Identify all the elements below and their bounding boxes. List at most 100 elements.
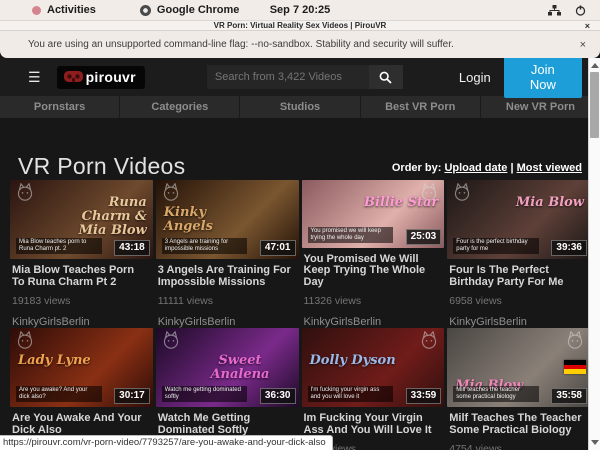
nav-item-new-vr-porn[interactable]: New VR Porn [481, 96, 600, 118]
power-icon[interactable] [575, 5, 586, 16]
thumbnail-caption: I'm fucking your virgin ass and you will… [308, 386, 394, 402]
video-card[interactable]: Mia Blow Four is the perfect birthday pa… [447, 180, 590, 328]
thumbnail-caption: Watch me getting dominated softly [162, 386, 248, 402]
video-info: Four Is The Perfect Birthday Party For M… [447, 259, 590, 328]
video-thumbnail[interactable]: Billie Star You promised we will keep tr… [302, 180, 445, 248]
scrollbar-thumb[interactable] [590, 72, 599, 138]
thumbnail-overlay-name: Lady Lyne [18, 354, 91, 368]
login-link[interactable]: Login [459, 70, 491, 85]
vr-headset-icon [64, 71, 83, 82]
studio-cat-watermark-icon [15, 183, 35, 201]
video-card[interactable]: Sweet Analena Watch me getting dominated… [156, 328, 299, 450]
video-thumbnail[interactable]: Dolly Dyson I'm fucking your virgin ass … [302, 328, 445, 407]
german-flag-icon [564, 360, 586, 374]
thumbnail-caption: Mia Blow teaches porn to Runa Charm pt. … [16, 238, 102, 254]
view-count: 4754 views [449, 443, 586, 450]
thumbnail-caption: Four is the perfect birthday party for m… [453, 238, 539, 254]
duration-badge: 30:17 [114, 388, 150, 404]
video-thumbnail[interactable]: Lady Lyne Are you awake? And your dick a… [10, 328, 153, 407]
studio-link[interactable]: KinkyGirlsBerlin [304, 316, 441, 328]
order-by-controls: Order by: Upload date | Most viewed [392, 162, 582, 180]
video-info: Mia Blow Teaches Porn To Runa Charm Pt 2… [10, 259, 153, 328]
thumbnail-overlay-name: Mia Blow [516, 196, 584, 210]
network-icon[interactable] [548, 5, 561, 16]
main-nav: PornstarsCategoriesStudiosBest VR PornNe… [0, 96, 600, 118]
video-card[interactable]: Mia Blow Milf teaches the teacher some p… [447, 328, 590, 450]
view-count: 19183 views [12, 295, 149, 307]
thumbnail-overlay-name: Dolly Dyson [310, 354, 396, 368]
video-card[interactable]: Dolly Dyson I'm fucking your virgin ass … [302, 328, 445, 450]
window-title: VR Porn: Virtual Reality Sex Videos | Pi… [214, 21, 387, 30]
duration-badge: 39:36 [551, 240, 587, 256]
nav-item-best-vr-porn[interactable]: Best VR Porn [361, 96, 481, 118]
thumbnail-overlay-name: Billie Star [364, 196, 438, 210]
video-thumbnail[interactable]: Mia Blow Four is the perfect birthday pa… [447, 180, 590, 259]
video-title-link[interactable]: Are You Awake And Your Dick Also [12, 413, 149, 436]
video-card[interactable]: Kinky Angels 3 Angels are training for i… [156, 180, 299, 328]
video-title-link[interactable]: Four Is The Perfect Birthday Party For M… [449, 265, 586, 288]
video-title-link[interactable]: 3 Angels Are Training For Impossible Mis… [158, 265, 295, 288]
system-top-bar: Activities Google Chrome Sep 7 20:25 [0, 0, 600, 20]
video-info: 3 Angels Are Training For Impossible Mis… [156, 259, 299, 328]
join-now-button[interactable]: Join Now [504, 56, 582, 98]
logo-wordmark: pirouvr [86, 69, 136, 85]
thumbnail-caption: Are you awake? And your dick also? [16, 386, 102, 402]
studio-cat-watermark-icon [161, 183, 181, 201]
video-title-link[interactable]: Milf Teaches The Teacher Some Practical … [449, 413, 586, 436]
duration-badge: 33:59 [406, 388, 442, 404]
video-card[interactable]: Runa Charm & Mia Blow Mia Blow teaches p… [10, 180, 153, 328]
video-title-link[interactable]: You Promised We Will Keep Trying The Who… [304, 254, 441, 289]
site-header: ☰ pirouvr Login Join Now [0, 58, 600, 96]
studio-cat-watermark-icon [452, 183, 472, 201]
clock[interactable]: Sep 7 20:25 [0, 4, 600, 16]
video-thumbnail[interactable]: Kinky Angels 3 Angels are training for i… [156, 180, 299, 259]
order-by-label: Order by: [392, 162, 442, 174]
video-thumbnail[interactable]: Sweet Analena Watch me getting dominated… [156, 328, 299, 407]
duration-badge: 35:58 [551, 388, 587, 404]
browser-title-bar: VR Porn: Virtual Reality Sex Videos | Pi… [0, 20, 600, 31]
order-upload-date-link[interactable]: Upload date [444, 162, 507, 174]
order-most-viewed-link[interactable]: Most viewed [517, 162, 582, 174]
view-count: 11111 views [158, 295, 295, 307]
video-thumbnail[interactable]: Mia Blow Milf teaches the teacher some p… [447, 328, 590, 407]
video-info: Milf Teaches The Teacher Some Practical … [447, 407, 590, 450]
video-card[interactable]: Billie Star You promised we will keep tr… [302, 180, 445, 328]
thumbnail-caption: Milf teaches the teacher some practical … [453, 386, 539, 402]
video-title-link[interactable]: Im Fucking Your Virgin Ass And You Will … [304, 413, 441, 436]
order-separator: | [510, 162, 513, 174]
menu-hamburger-icon[interactable]: ☰ [28, 69, 41, 86]
warning-text: You are using an unsupported command-lin… [28, 39, 454, 50]
view-count: 11326 views [304, 295, 441, 307]
duration-badge: 47:01 [260, 240, 296, 256]
studio-cat-watermark-icon [15, 331, 35, 349]
thumbnail-overlay-name: Kinky Angels [164, 206, 253, 234]
thumbnail-caption: You promised we will keep trying the who… [308, 227, 394, 243]
scrollbar[interactable] [588, 58, 600, 450]
search-input[interactable] [207, 65, 369, 89]
page-heading-row: VR Porn Videos Order by: Upload date | M… [0, 118, 600, 180]
chrome-warning-infobar: You are using an unsupported command-lin… [0, 31, 600, 58]
studio-link[interactable]: KinkyGirlsBerlin [158, 316, 295, 328]
thumbnail-overlay-name: Sweet Analena [196, 354, 285, 382]
search-button[interactable] [369, 65, 403, 89]
studio-cat-watermark-icon [161, 331, 181, 349]
studio-link[interactable]: KinkyGirlsBerlin [12, 316, 149, 328]
studio-cat-watermark-icon [565, 331, 585, 349]
site-logo[interactable]: pirouvr [57, 66, 145, 89]
scrollbar-up-arrow-icon[interactable] [591, 63, 599, 68]
video-card[interactable]: Lady Lyne Are you awake? And your dick a… [10, 328, 153, 450]
video-title-link[interactable]: Mia Blow Teaches Porn To Runa Charm Pt 2 [12, 265, 149, 288]
page-title: VR Porn Videos [18, 153, 185, 180]
video-thumbnail[interactable]: Runa Charm & Mia Blow Mia Blow teaches p… [10, 180, 153, 259]
nav-item-pornstars[interactable]: Pornstars [0, 96, 120, 118]
thumbnail-overlay-name: Runa Charm & Mia Blow [58, 196, 147, 238]
video-grid: Runa Charm & Mia Blow Mia Blow teaches p… [10, 180, 590, 450]
view-count: 6958 views [449, 295, 586, 307]
warning-close-icon[interactable]: × [580, 39, 586, 51]
scrollbar-down-arrow-icon[interactable] [591, 440, 599, 445]
video-title-link[interactable]: Watch Me Getting Dominated Softly [158, 413, 295, 436]
nav-item-categories[interactable]: Categories [120, 96, 240, 118]
window-close-icon[interactable]: × [585, 21, 590, 31]
studio-link[interactable]: KinkyGirlsBerlin [449, 316, 586, 328]
nav-item-studios[interactable]: Studios [240, 96, 360, 118]
